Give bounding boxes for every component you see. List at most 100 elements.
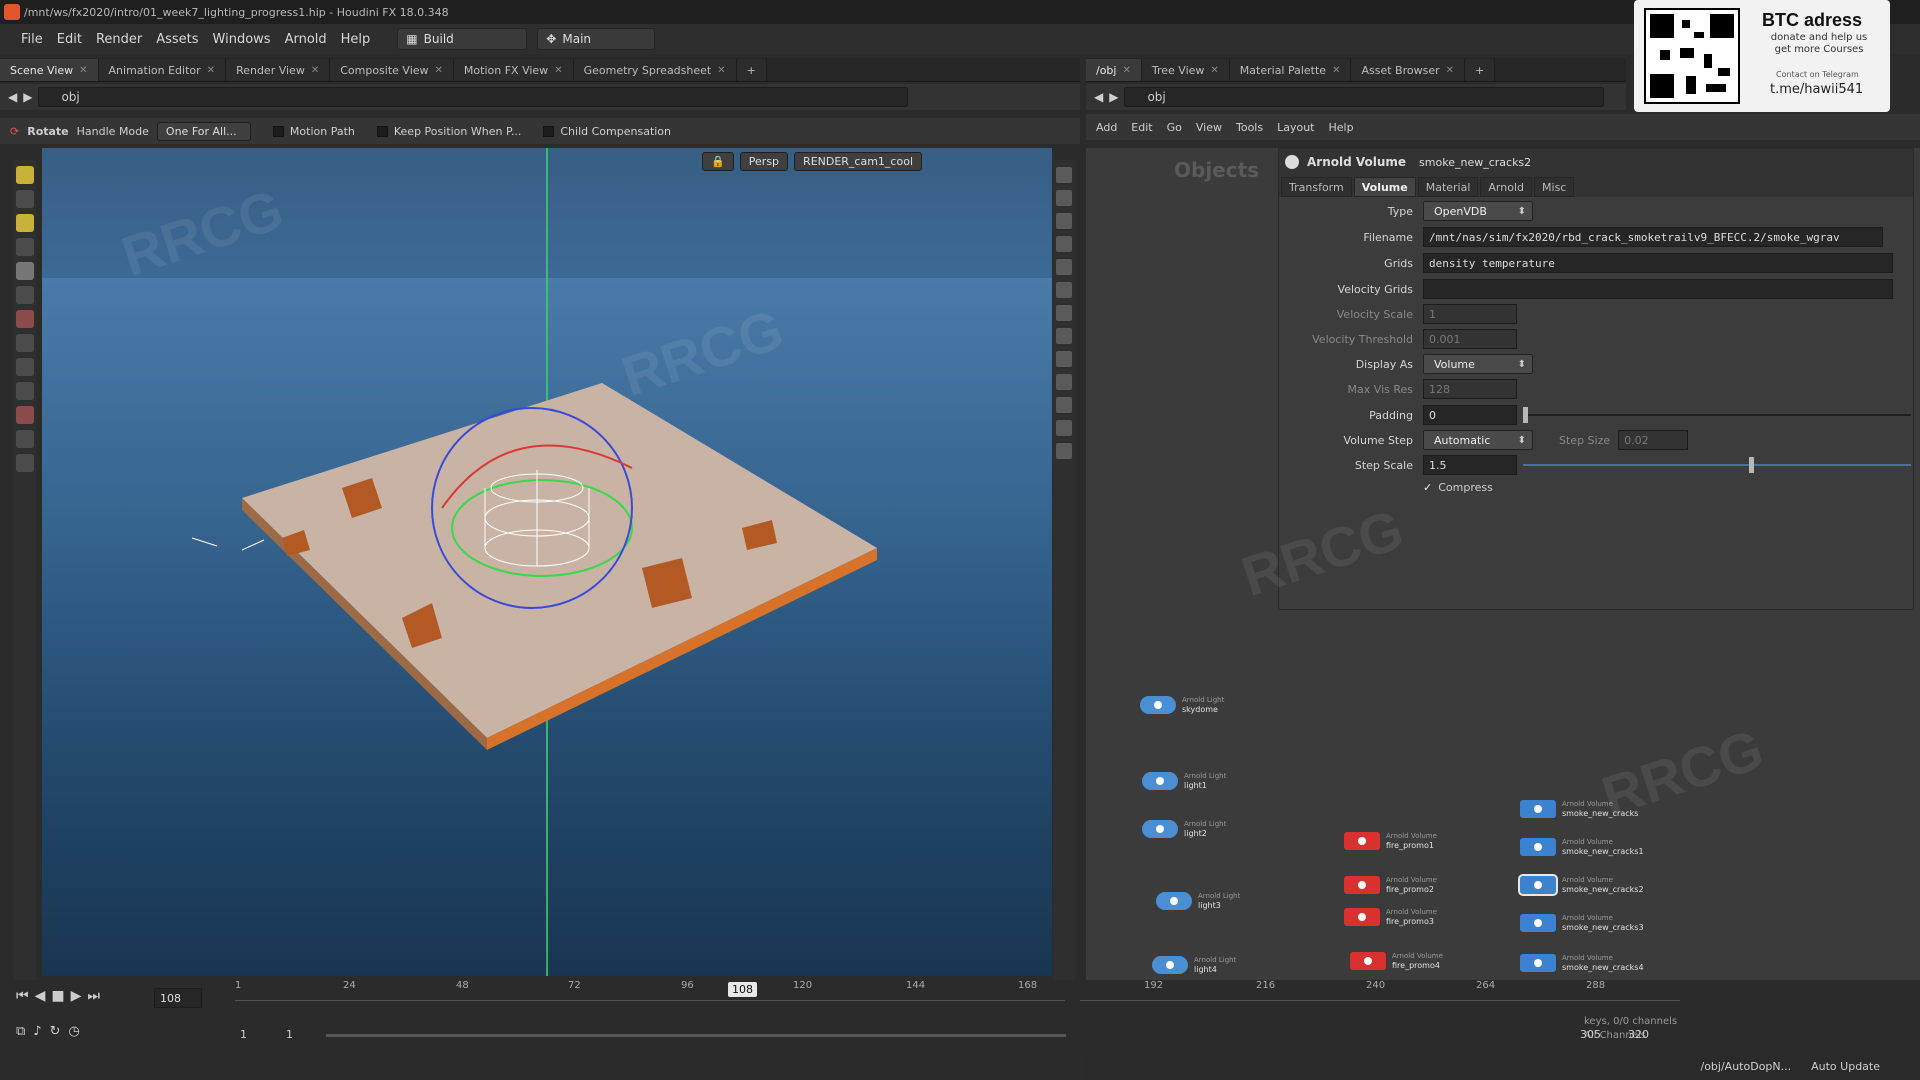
net-menu-layout[interactable]: Layout [1277,121,1314,134]
select-geometry-icon[interactable] [16,190,34,208]
step-size-field[interactable]: 0.02 [1618,430,1689,450]
snap-grid-icon[interactable] [1056,374,1072,390]
move-tool-icon[interactable] [16,238,34,256]
close-icon[interactable]: ✕ [1122,65,1130,76]
select-tool-icon[interactable] [16,166,34,184]
padding-field[interactable]: 0 [1423,405,1517,425]
render-camera-select[interactable]: RENDER_cam1_cool [794,152,922,171]
step-scale-slider[interactable] [1523,457,1911,473]
light-toggle-icon[interactable] [1056,236,1072,252]
menu-edit[interactable]: Edit [50,32,89,47]
net-menu-view[interactable]: View [1196,121,1222,134]
frame-ruler[interactable]: 1 24 48 72 96 120 144 168 [235,980,1065,1008]
velocity-threshold-field[interactable]: 0.001 [1423,329,1517,349]
current-frame-field[interactable]: 108 [154,988,202,1008]
back-arrow-icon[interactable]: ◀ [8,90,17,104]
node-fire-promo1[interactable]: Arnold Volume fire_promo1 [1344,832,1437,850]
range-start[interactable]: 1 [240,1028,247,1041]
type-select[interactable]: OpenVDB [1423,201,1533,221]
add-tab-button[interactable]: + [1465,59,1496,81]
shading-icon[interactable] [1056,259,1072,275]
clock-icon[interactable]: ◷ [69,1024,80,1039]
node-fire-promo4[interactable]: Arnold Volume fire_promo4 [1350,952,1443,970]
keep-position-option[interactable]: Keep Position When P... [376,125,521,138]
camera-mode-select[interactable]: Persp [739,152,789,171]
range-start-playback[interactable]: 1 [286,1028,293,1041]
jump-end-icon[interactable]: ⏭ [87,988,100,1004]
display-as-select[interactable]: Volume [1423,354,1533,374]
node-light2[interactable]: Arnold Light light2 [1142,820,1226,838]
scene-viewport[interactable]: 🔒 Persp RENDER_cam1_cool [42,148,1052,976]
lock-icon[interactable] [1056,213,1072,229]
close-icon[interactable]: ✕ [1210,65,1218,76]
velocity-scale-field[interactable]: 1 [1423,304,1517,324]
tab-asset-browser[interactable]: Asset Browser ✕ [1351,59,1465,81]
net-menu-edit[interactable]: Edit [1131,121,1152,134]
range-end[interactable]: 305 [1580,1028,1601,1041]
ptab-arnold[interactable]: Arnold [1480,177,1533,197]
right-path-field[interactable]: obj [1124,87,1605,107]
desktop-select[interactable]: ▦ Build [397,28,528,50]
menu-render[interactable]: Render [89,32,149,47]
close-icon[interactable]: ✕ [1332,65,1340,76]
ptab-material[interactable]: Material [1417,177,1479,197]
step-scale-field[interactable]: 1.5 [1423,455,1517,475]
node-light3[interactable]: Arnold Light light3 [1156,892,1240,910]
tab-motion-fx-view[interactable]: Motion FX View ✕ [453,59,574,81]
node-smoke-new-cracks[interactable]: Arnold Volume smoke_new_cracks [1520,800,1638,818]
info-icon[interactable] [1056,443,1072,459]
point-display-icon[interactable] [1056,305,1072,321]
select-points-icon[interactable] [16,214,34,232]
display-options-icon[interactable] [1056,167,1072,183]
step-back-icon[interactable]: ◀ [35,988,46,1004]
close-icon[interactable]: ✕ [435,65,443,76]
ptab-transform[interactable]: Transform [1281,177,1352,197]
rotate-tool-icon[interactable] [16,262,34,280]
add-tab-button[interactable]: + [736,59,767,81]
padding-slider[interactable] [1523,407,1911,423]
menu-file[interactable]: File [14,32,50,47]
magnet-tool-icon[interactable] [16,406,34,424]
scale-tool-icon[interactable] [16,286,34,304]
tab-material-palette[interactable]: Material Palette ✕ [1229,59,1352,81]
wireframe-icon[interactable] [1056,282,1072,298]
bone-tool-icon[interactable] [16,358,34,376]
play-icon[interactable]: ▶ [71,988,82,1004]
jump-start-icon[interactable]: ⏮ [16,988,29,1004]
forward-arrow-icon[interactable]: ▶ [23,90,32,104]
forward-arrow-icon[interactable]: ▶ [1109,90,1118,104]
node-smoke-new-cracks4[interactable]: Arnold Volume smoke_new_cracks4 [1520,954,1644,972]
normal-display-icon[interactable] [1056,328,1072,344]
snap-tool-icon[interactable] [16,454,34,472]
ptab-volume[interactable]: Volume [1353,177,1416,197]
range-end-playback[interactable]: 320 [1628,1028,1649,1041]
max-vis-res-field[interactable]: 128 [1423,379,1517,399]
net-menu-add[interactable]: Add [1096,121,1117,134]
handle-mode-select[interactable]: One For All... [156,121,251,141]
camera-icon[interactable] [1056,351,1072,367]
motion-path-checkbox[interactable] [272,126,284,137]
compress-checkbox[interactable]: ✓ [1423,481,1432,494]
tab-tree-view[interactable]: Tree View ✕ [1141,59,1230,81]
menu-windows[interactable]: Windows [206,32,278,47]
menu-arnold[interactable]: Arnold [278,32,334,47]
audio-icon[interactable]: ♪ [33,1024,41,1039]
close-icon[interactable]: ✕ [311,65,319,76]
node-name-field[interactable]: smoke_new_cracks2 [1414,152,1895,172]
paint-tool-icon[interactable] [16,382,34,400]
auto-update-select[interactable]: Auto Update [1811,1060,1880,1073]
keep-position-checkbox[interactable] [376,126,388,137]
motion-path-option[interactable]: Motion Path [272,125,355,138]
left-path-field[interactable]: obj [38,87,909,107]
guide-icon[interactable] [1056,420,1072,436]
filename-field[interactable]: /mnt/nas/sim/fx2020/rbd_crack_smoketrail… [1423,227,1883,247]
back-arrow-icon[interactable]: ◀ [1094,90,1103,104]
close-icon[interactable]: ✕ [207,65,215,76]
close-icon[interactable]: ✕ [717,65,725,76]
tab-render-view[interactable]: Render View ✕ [226,59,331,81]
range-slider[interactable] [326,1034,1066,1037]
close-icon[interactable]: ✕ [1446,65,1454,76]
tab-animation-editor[interactable]: Animation Editor ✕ [98,59,227,81]
net-menu-tools[interactable]: Tools [1236,121,1263,134]
node-smoke-new-cracks1[interactable]: Arnold Volume smoke_new_cracks1 [1520,838,1644,856]
